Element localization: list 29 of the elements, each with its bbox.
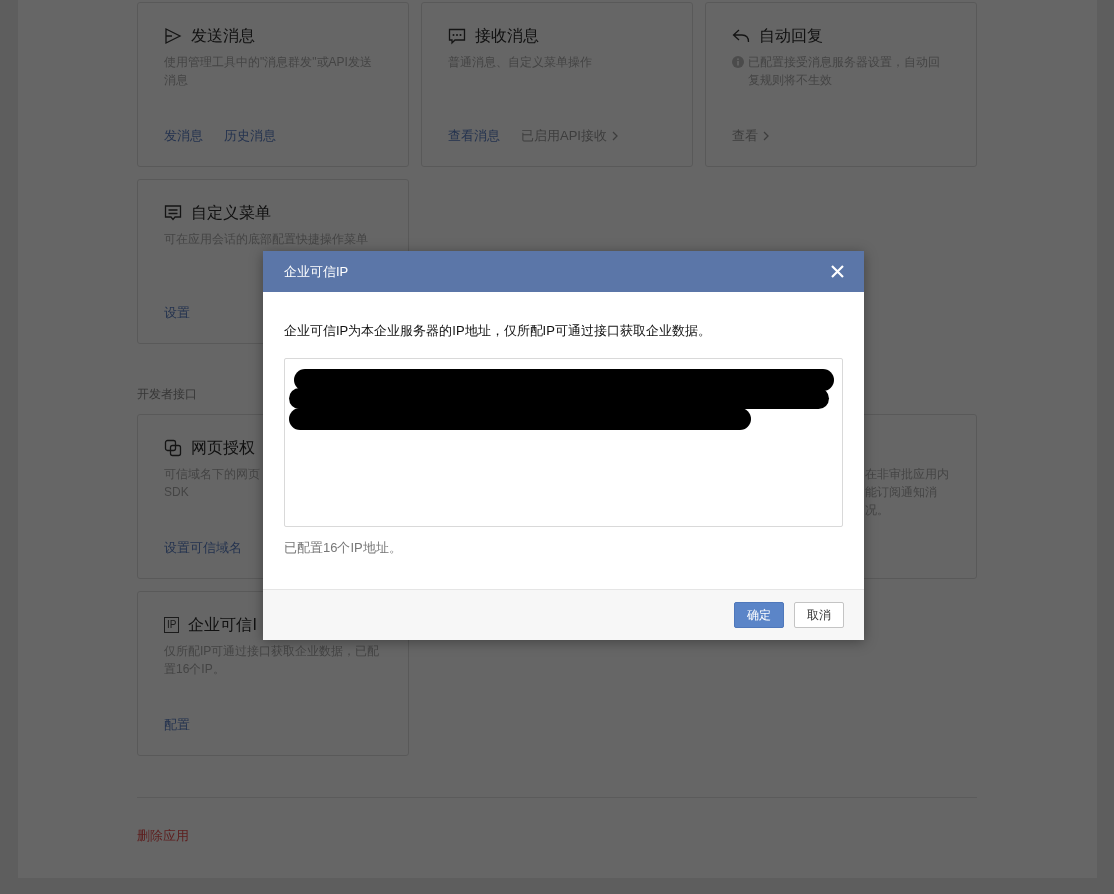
delete-app-link[interactable]: 删除应用	[137, 827, 189, 845]
card-title: 自定义菜单	[191, 203, 271, 223]
menu-icon	[164, 204, 182, 222]
ip-count-text: 已配置16个IP地址。	[284, 539, 402, 557]
chat-bubble-icon	[448, 27, 466, 45]
cancel-button[interactable]: 取消	[794, 602, 844, 628]
overlapping-squares-icon	[164, 439, 182, 457]
close-icon	[830, 264, 845, 279]
card-title: 自动回复	[759, 26, 823, 46]
card-link[interactable]: 历史消息	[224, 127, 276, 145]
card-title: 企业可信I	[188, 615, 257, 635]
chevron-right-icon	[611, 131, 618, 141]
card-link[interactable]: 设置	[164, 304, 190, 322]
chevron-right-icon	[763, 131, 769, 141]
card-title: 接收消息	[475, 26, 539, 46]
card-link[interactable]: 配置	[164, 716, 190, 734]
card-link[interactable]: 设置可信域名	[164, 539, 242, 557]
ip-icon: IP	[164, 617, 180, 633]
card-link[interactable]: 发消息	[164, 127, 203, 145]
confirm-button[interactable]: 确定	[734, 602, 784, 628]
card-link[interactable]: 查看消息	[448, 127, 500, 145]
card-title: 发送消息	[191, 26, 255, 46]
card-title: 网页授权	[191, 438, 255, 458]
close-button[interactable]	[830, 264, 845, 279]
reply-arrow-icon	[732, 27, 750, 45]
send-icon	[164, 27, 182, 45]
dialog-description: 企业可信IP为本企业服务器的IP地址，仅所配IP可通过接口获取企业数据。	[284, 322, 711, 340]
dialog-title: 企业可信IP	[284, 262, 349, 281]
ip-list-field[interactable]	[284, 358, 843, 527]
